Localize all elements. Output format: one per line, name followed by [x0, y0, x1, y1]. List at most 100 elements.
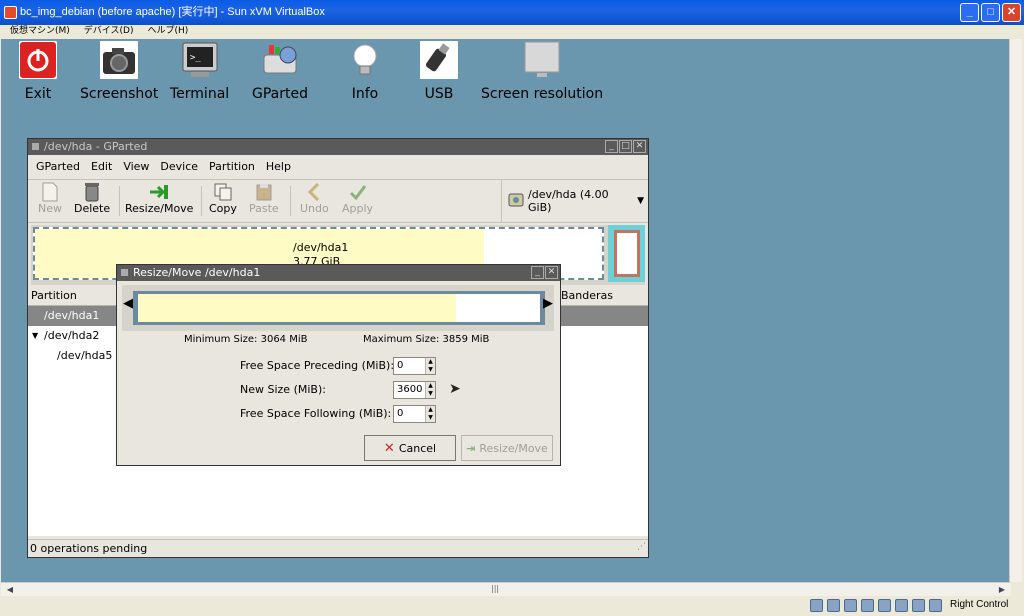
- partition-hda5-graph[interactable]: [614, 230, 640, 277]
- partition-name: /dev/hda1: [293, 241, 349, 254]
- partition-name: /dev/hda2: [44, 329, 100, 342]
- window-menu-icon[interactable]: [32, 143, 39, 150]
- launcher-usb[interactable]: USB: [420, 41, 458, 102]
- minimize-icon[interactable]: _: [531, 266, 544, 279]
- launcher-label: Info: [351, 86, 379, 102]
- launcher-label: Exit: [24, 86, 52, 102]
- gparted-menu-bar: GParted Edit View Device Partition Help: [28, 156, 648, 178]
- spin-arrows-icon[interactable]: ▲ ▼: [425, 406, 435, 422]
- scroll-right-icon[interactable]: ▶: [995, 584, 1009, 596]
- spin-arrows-icon[interactable]: ▲ ▼: [425, 358, 435, 374]
- terminal-icon: >_: [181, 41, 219, 79]
- minimize-button[interactable]: _: [960, 3, 979, 22]
- close-button[interactable]: ✕: [1002, 3, 1021, 22]
- maximize-button[interactable]: □: [981, 3, 1000, 22]
- virtualbox-icon: [4, 6, 17, 19]
- minimize-icon[interactable]: _: [605, 140, 618, 153]
- menu-devices[interactable]: デバイス(D): [84, 25, 134, 39]
- dialog-title-bar[interactable]: Resize/Move /dev/hda1 _ ✕: [117, 265, 560, 281]
- network-status-icon[interactable]: [861, 599, 874, 612]
- used-space-fill: [138, 294, 456, 322]
- window-menu-icon[interactable]: [121, 269, 128, 276]
- usb-status-icon[interactable]: [878, 599, 891, 612]
- close-icon[interactable]: ✕: [633, 140, 646, 153]
- toolbar-separator: [119, 186, 120, 216]
- horizontal-scrollbar[interactable]: ◀ ||| ▶: [1, 582, 1011, 596]
- preceding-spinbox[interactable]: 0 ▲ ▼: [393, 357, 436, 375]
- scroll-left-icon[interactable]: ◀: [3, 584, 17, 596]
- launcher-info[interactable]: Info: [346, 41, 384, 102]
- vertical-scrollbar[interactable]: [1009, 39, 1022, 582]
- resize-move-confirm-button[interactable]: ⇥ Resize/Move: [461, 435, 553, 461]
- lightbulb-icon: [346, 41, 384, 79]
- mouse-integration-icon[interactable]: [912, 599, 925, 612]
- paste-icon: [253, 182, 275, 202]
- gparted-icon: [261, 41, 299, 79]
- device-selector[interactable]: /dev/hda (4.00 GiB) ▼: [501, 180, 647, 222]
- device-label: /dev/hda (4.00 GiB): [528, 188, 609, 214]
- right-handle-icon[interactable]: ▶: [543, 297, 553, 311]
- paste-button[interactable]: Paste: [249, 182, 279, 215]
- column-flags[interactable]: Banderas: [556, 286, 646, 306]
- resize-icon: ⇥: [466, 441, 476, 455]
- resize-move-button[interactable]: Resize/Move: [125, 182, 193, 215]
- operations-pending: 0 operations pending: [30, 542, 148, 555]
- disk-icon: [508, 192, 524, 211]
- preceding-label: Free Space Preceding (MiB):: [240, 359, 395, 372]
- chevron-down-icon[interactable]: ▼: [637, 196, 644, 206]
- copy-button[interactable]: Copy: [209, 182, 237, 215]
- launcher-screenshot[interactable]: Screenshot: [80, 41, 158, 102]
- column-partition[interactable]: Partition: [31, 286, 77, 306]
- partition-hda2-graph[interactable]: [608, 225, 645, 282]
- partition-resizer[interactable]: ◀ ▶: [122, 285, 554, 331]
- keyboard-capture-icon[interactable]: [929, 599, 942, 612]
- launcher-gparted[interactable]: GParted: [252, 41, 308, 102]
- launcher-exit[interactable]: Exit: [19, 41, 57, 102]
- resize-grip-icon[interactable]: ⋰: [637, 538, 646, 556]
- floppy-status-icon[interactable]: [844, 599, 857, 612]
- trash-icon: [81, 182, 103, 202]
- resizer-bar[interactable]: [138, 294, 540, 322]
- new-button[interactable]: New: [38, 182, 62, 215]
- menu-partition[interactable]: Partition: [209, 156, 255, 178]
- hdd-status-icon[interactable]: [810, 599, 823, 612]
- spin-arrows-icon[interactable]: ▲ ▼: [425, 382, 435, 398]
- menu-gparted[interactable]: GParted: [36, 156, 80, 178]
- apply-button[interactable]: Apply: [342, 182, 373, 215]
- resize-icon: [148, 182, 170, 202]
- gparted-toolbar: New Delete Resize/Move Copy Paste Undo A…: [28, 179, 648, 223]
- minimum-size-label: Minimum Size: 3064 MiB: [184, 334, 308, 345]
- close-icon[interactable]: ✕: [545, 266, 558, 279]
- launcher-label: Screen resolution: [481, 86, 604, 102]
- cancel-button[interactable]: ✕ Cancel: [364, 435, 456, 461]
- delete-button[interactable]: Delete: [74, 182, 110, 215]
- following-spinbox[interactable]: 0 ▲ ▼: [393, 405, 436, 423]
- expander-icon[interactable]: ▼: [32, 326, 38, 346]
- launcher-terminal[interactable]: >_ Terminal: [170, 41, 229, 102]
- resize-move-dialog: Resize/Move /dev/hda1 _ ✕ ◀ ▶ Minimum Si…: [116, 264, 561, 466]
- menu-machine[interactable]: 仮想マシン(M): [10, 25, 70, 39]
- maximize-icon[interactable]: □: [619, 140, 632, 153]
- gparted-title-bar[interactable]: /dev/hda - GParted _ □ ✕: [28, 139, 648, 155]
- following-label: Free Space Following (MiB):: [240, 407, 392, 420]
- shared-folder-status-icon[interactable]: [895, 599, 908, 612]
- menu-view[interactable]: View: [123, 156, 149, 178]
- new-size-spinbox[interactable]: 3600 ▲ ▼: [393, 381, 436, 399]
- launcher-label: Terminal: [170, 86, 230, 102]
- cancel-icon: ✕: [383, 440, 395, 456]
- launcher-label: USB: [424, 86, 454, 102]
- launcher-screen-resolution[interactable]: Screen resolution: [481, 41, 603, 102]
- resizer-frame[interactable]: [133, 291, 545, 325]
- camera-icon: [100, 41, 139, 79]
- undo-button[interactable]: Undo: [300, 182, 329, 215]
- left-handle-icon[interactable]: ◀: [123, 297, 133, 311]
- menu-help[interactable]: Help: [266, 156, 291, 178]
- menu-device[interactable]: Device: [160, 156, 198, 178]
- menu-edit[interactable]: Edit: [91, 156, 112, 178]
- launcher-label: GParted: [252, 86, 308, 102]
- scroll-grip-icon[interactable]: |||: [491, 584, 499, 593]
- cd-status-icon[interactable]: [827, 599, 840, 612]
- dialog-title: Resize/Move /dev/hda1: [133, 266, 261, 279]
- usb-icon: [420, 41, 458, 79]
- menu-help[interactable]: ヘルプ(H): [147, 25, 188, 39]
